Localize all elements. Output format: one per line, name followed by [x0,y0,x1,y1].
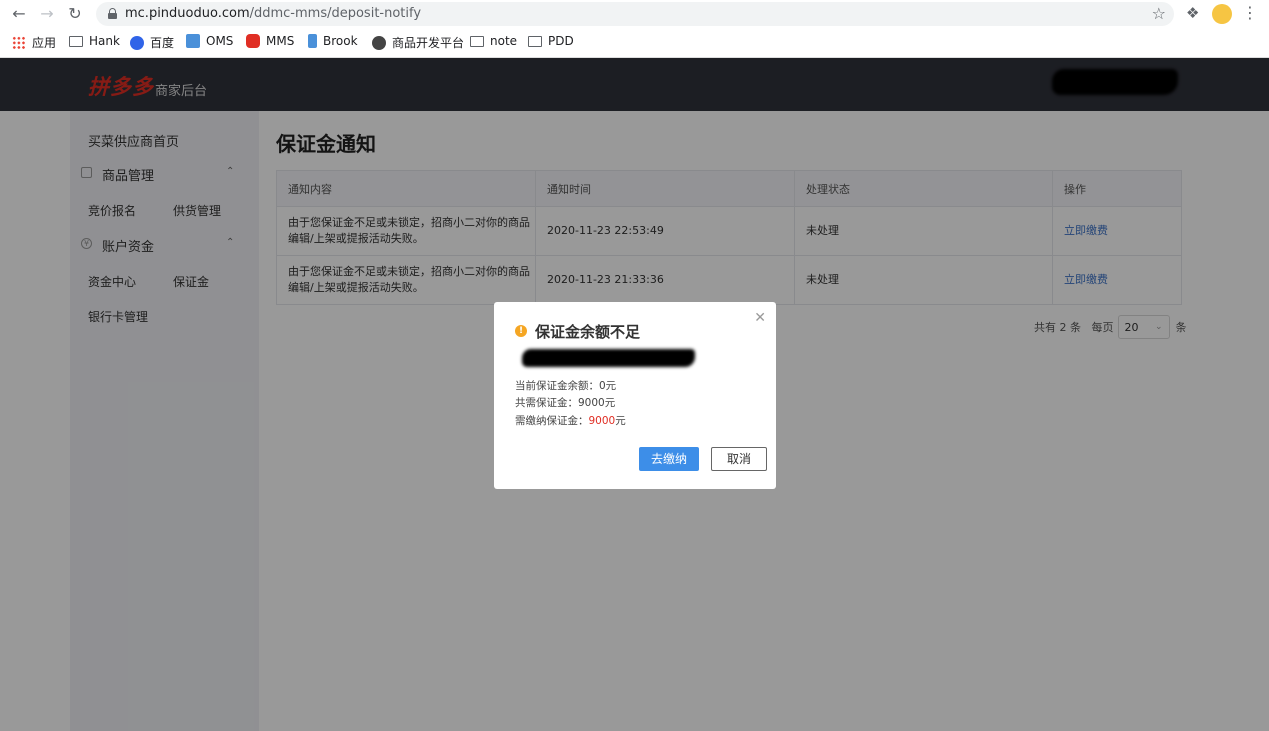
oms-icon [186,34,200,48]
brook-icon [308,34,317,48]
payable-deposit-text: 需缴纳保证金：9000元 [515,415,626,427]
pdd-icon [246,34,260,48]
baidu-icon [130,35,144,50]
browser-toolbar: ← → ↻ mc.pinduoduo.com/ddmc-mms/deposit-… [0,0,1269,28]
bookmark-pdd[interactable]: PDD [528,34,574,48]
folder-icon [528,35,542,47]
pay-button[interactable]: 去缴纳 [639,447,699,471]
cancel-button[interactable]: 取消 [711,447,767,471]
dialog-title: 保证金余额不足 [535,323,641,341]
url-text: mc.pinduoduo.com/ddmc-mms/deposit-notify [125,6,422,21]
address-bar[interactable]: mc.pinduoduo.com/ddmc-mms/deposit-notify… [96,2,1174,26]
bookmark-oms[interactable]: OMS [186,34,233,48]
avatar[interactable] [1212,4,1232,24]
extensions-icon[interactable]: ❖ [1186,4,1199,22]
bookmark-dev-platform[interactable]: 商品开发平台 [372,34,464,51]
bookmark-brook[interactable]: Brook [308,34,358,48]
bookmark-note[interactable]: note [470,34,517,48]
folder-icon [470,35,484,47]
bookmark-apps[interactable]: 应用 [12,34,56,51]
current-balance-text: 当前保证金余额：0元 [515,380,617,392]
back-icon[interactable]: ← [9,4,29,24]
bookmark-mms[interactable]: MMS [246,34,294,48]
forward-icon[interactable]: → [37,4,57,24]
globe-icon [372,35,386,50]
warning-icon: ! [515,325,527,337]
required-deposit-text: 共需保证金：9000元 [515,397,616,409]
redacted-text [522,349,695,367]
more-menu-icon[interactable]: ⋮ [1242,3,1258,22]
bookmark-baidu[interactable]: 百度 [130,34,174,51]
apps-grid-icon [12,35,26,50]
lock-icon [108,8,117,19]
bookmarks-bar: 应用 Hank 百度 OMS MMS Brook 商品开发平台 note PDD [0,28,1269,58]
payable-amount: 9000 [588,415,616,427]
deposit-insufficient-dialog: ✕ ! 保证金余额不足 当前保证金余额：0元 共需保证金：9000元 需缴纳保证… [494,302,776,489]
reload-icon[interactable]: ↻ [65,4,85,24]
bookmark-star-icon[interactable]: ☆ [1152,4,1166,23]
folder-icon [69,35,83,47]
bookmark-hank[interactable]: Hank [69,34,120,48]
close-icon[interactable]: ✕ [754,310,766,326]
